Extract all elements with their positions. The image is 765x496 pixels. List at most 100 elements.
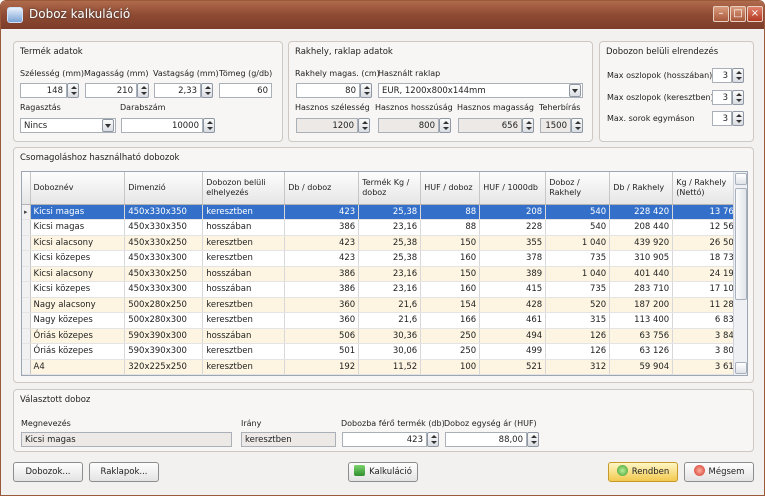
quantity-spinner[interactable] <box>203 118 215 133</box>
rack-height-spinner[interactable] <box>360 83 372 98</box>
row-indicator[interactable] <box>22 235 31 251</box>
table-row[interactable]: Nagy közepes 500x280x300 keresztben 360 21,6… <box>22 312 744 329</box>
price-input[interactable]: 88,00 <box>445 432 527 447</box>
minimize-button[interactable]: – <box>713 6 729 22</box>
chevron-down-icon[interactable] <box>569 84 581 97</box>
table-cell: 501 <box>284 343 360 360</box>
useful-height-spinner[interactable] <box>522 118 534 133</box>
thickness-spinner[interactable] <box>201 83 213 98</box>
vertical-scrollbar[interactable] <box>733 172 747 375</box>
price-spinner[interactable] <box>527 432 539 447</box>
row-indicator[interactable] <box>22 281 31 298</box>
group-title: Termék adatok <box>20 47 83 57</box>
column-header[interactable]: HUF / doboz <box>420 172 481 205</box>
table-cell: Óriás nagyon magas <box>30 374 126 375</box>
height-input[interactable]: 210 <box>85 83 137 98</box>
row-indicator[interactable]: ▸ <box>22 204 31 220</box>
table-row[interactable]: Kicsi magas 450x330x350 hosszában 386 23,16 8… <box>22 219 744 236</box>
table-cell: 500x280x300 <box>124 312 204 329</box>
row-indicator[interactable] <box>22 219 31 236</box>
chevron-down-icon[interactable] <box>102 119 114 132</box>
column-header[interactable]: HUF / 1000db <box>479 172 547 205</box>
selected-box-group: Választott doboz Megnevezés Kicsi magas … <box>13 389 754 452</box>
close-button[interactable]: × <box>747 6 763 22</box>
quantity-input[interactable]: 10000 <box>121 118 203 133</box>
column-header[interactable]: Dimenzió <box>124 172 204 205</box>
group-title: Rakhely, raklap adatok <box>295 47 393 57</box>
table-cell: 310 905 <box>609 250 674 267</box>
max-cols-long-input[interactable]: 3 <box>712 68 732 83</box>
column-header[interactable]: Termék Kg / doboz <box>358 172 422 205</box>
table-cell: 428 <box>479 297 547 313</box>
max-cols-long-label: Max oszlopok (hosszában) <box>607 71 713 80</box>
row-indicator[interactable] <box>22 343 31 360</box>
table-row[interactable]: A4 320x225x250 keresztben 192 11,52 100 521 312… <box>22 359 744 375</box>
ok-button[interactable]: Rendben <box>608 462 678 482</box>
cancel-button[interactable]: Mégsem <box>684 462 754 482</box>
capacity-spinner[interactable] <box>571 118 583 133</box>
table-cell: 150 <box>420 235 481 251</box>
row-indicator[interactable] <box>22 359 31 375</box>
width-spinner[interactable] <box>67 83 79 98</box>
thickness-input[interactable]: 2,33 <box>154 83 201 98</box>
column-header[interactable]: Doboz / Rakhely <box>545 172 611 205</box>
table-row[interactable]: Óriás közepes 590x390x300 hosszában 506 30,3… <box>22 328 744 344</box>
table-row[interactable]: ▸ Kicsi magas 450x330x350 keresztben 423 25,3… <box>22 204 744 220</box>
scroll-thumb[interactable] <box>735 188 747 300</box>
table-cell: Óriás közepes <box>30 328 126 344</box>
table-row[interactable]: Kicsi alacsony 450x330x250 keresztben 423 25… <box>22 235 744 251</box>
pallets-button[interactable]: Raklapok... <box>89 462 159 482</box>
column-header[interactable]: Dobozon belüli elhelyezés <box>202 172 286 205</box>
fit-spinner[interactable] <box>427 432 439 447</box>
table-cell: 540 <box>545 204 611 220</box>
row-indicator[interactable] <box>22 266 31 282</box>
useful-length-spinner[interactable] <box>439 118 451 133</box>
width-input[interactable]: 148 <box>20 83 67 98</box>
table-cell: keresztben <box>202 343 286 360</box>
rack-height-input[interactable]: 80 <box>296 83 360 98</box>
table-row[interactable]: Óriás közepes 590x390x300 keresztben 501 30,… <box>22 343 744 360</box>
boxes-table[interactable]: Doboznév Dimenzió Dobozon belüli elhelyezé… <box>21 171 748 376</box>
weight-input[interactable]: 60 <box>219 83 272 98</box>
row-indicator[interactable] <box>22 297 31 313</box>
table-cell: 228 420 <box>609 204 674 220</box>
table-cell: 1 040 <box>545 235 611 251</box>
row-indicator[interactable] <box>22 312 31 329</box>
table-cell: Nagy alacsony <box>30 297 126 313</box>
selected-direction-field: keresztben <box>241 432 336 447</box>
useful-width-spinner[interactable] <box>358 118 370 133</box>
calculate-button[interactable]: Kalkuláció <box>348 462 418 482</box>
table-cell: A4 <box>30 359 126 375</box>
scroll-down-icon[interactable] <box>735 362 747 374</box>
max-rows-spinner[interactable] <box>732 111 744 126</box>
maximize-button[interactable]: □ <box>730 6 746 22</box>
max-cols-cross-spinner[interactable] <box>732 90 744 105</box>
table-row[interactable]: Kicsi közepes 450x330x300 keresztben 423 25,… <box>22 250 744 267</box>
boxes-button[interactable]: Dobozok... <box>13 462 83 482</box>
table-cell: 386 <box>284 281 360 298</box>
title-bar[interactable]: Doboz kalkuláció – □ × <box>1 1 764 29</box>
column-header[interactable]: Doboznév <box>30 172 126 205</box>
height-spinner[interactable] <box>137 83 149 98</box>
scroll-up-icon[interactable] <box>735 173 747 185</box>
max-cols-long-spinner[interactable] <box>732 68 744 83</box>
table-row[interactable]: Kicsi alacsony 450x330x250 hosszában 386 23,… <box>22 266 744 282</box>
max-cols-cross-input[interactable]: 3 <box>712 90 732 105</box>
table-cell: Kicsi alacsony <box>30 266 126 282</box>
row-indicator[interactable] <box>22 250 31 267</box>
max-rows-input[interactable]: 3 <box>712 111 732 126</box>
pallet-select[interactable]: EUR, 1200x800x144mm <box>378 83 583 98</box>
row-indicator[interactable] <box>22 328 31 344</box>
fit-input[interactable]: 423 <box>342 432 427 447</box>
table-cell: 355 <box>479 235 547 251</box>
table-cell: 590x390x400 <box>124 374 204 375</box>
table-row[interactable]: Kicsi közepes 450x330x300 hosszában 386 23,1… <box>22 281 744 298</box>
table-row[interactable]: Nagy alacsony 500x280x250 keresztben 360 21,… <box>22 297 744 313</box>
check-icon <box>616 465 628 476</box>
table-row[interactable]: Óriás nagyon magas590x390x400hosszában50… <box>22 374 744 375</box>
row-indicator[interactable] <box>22 374 31 375</box>
column-header[interactable]: Db / Rakhely <box>609 172 674 205</box>
column-header[interactable]: Db / doboz <box>284 172 360 205</box>
cancel-icon <box>693 465 705 476</box>
table-cell: 59 904 <box>609 359 674 375</box>
